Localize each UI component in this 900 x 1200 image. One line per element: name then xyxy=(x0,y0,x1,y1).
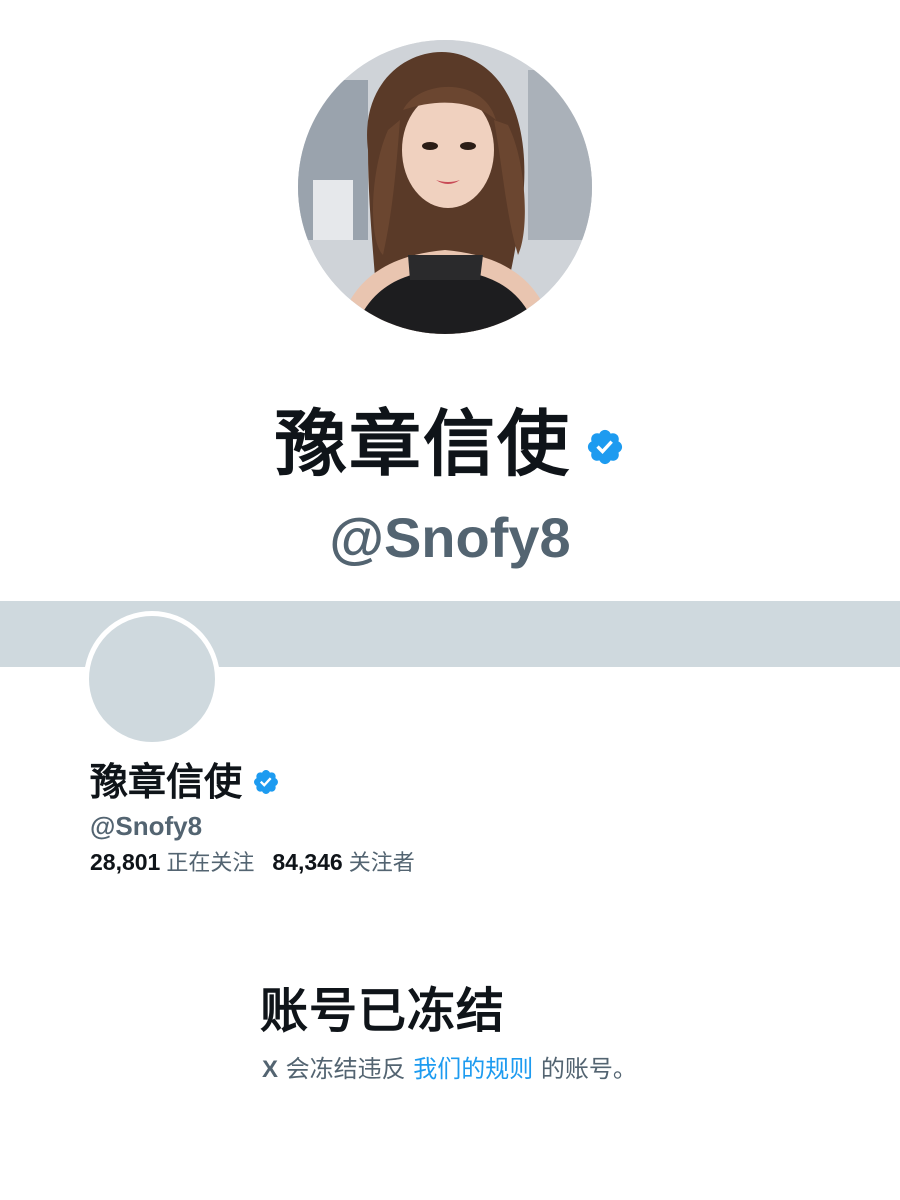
x-brand-text: X xyxy=(262,1056,279,1083)
verified-badge-icon xyxy=(254,770,278,794)
profile-name-row: 豫章信使 xyxy=(90,763,280,801)
account-frozen-description: X 会冻结违反 我们的规则 的账号。 xyxy=(262,1057,637,1082)
notice-prefix-text: 会冻结违反 xyxy=(278,1055,414,1083)
hero-avatar-photo[interactable] xyxy=(298,40,592,334)
profile-display-name: 豫章信使 xyxy=(90,760,243,804)
notice-suffix-text: 的账号。 xyxy=(533,1055,637,1083)
hero-handle: @Snofy8 xyxy=(329,506,571,569)
profile-stats: 28,801 正在关注 84,346 关注者 xyxy=(90,851,415,875)
followers-label: 关注者 xyxy=(348,851,415,876)
rules-link[interactable]: 我们的规则 xyxy=(413,1055,533,1083)
hero-name-row: 豫章信使 xyxy=(0,408,900,480)
followers-count: 84,346 xyxy=(272,849,343,875)
followers-stat-link[interactable]: 84,346 关注者 xyxy=(272,851,414,875)
account-frozen-title: 账号已冻结 xyxy=(260,983,506,1039)
profile-handle: @Snofy8 xyxy=(90,811,203,841)
profile-avatar-placeholder[interactable] xyxy=(84,611,220,747)
avatar-photo-illustration xyxy=(298,40,592,334)
following-label: 正在关注 xyxy=(166,851,255,876)
verified-badge-icon xyxy=(587,429,623,465)
following-count: 28,801 xyxy=(90,849,161,875)
following-stat-link[interactable]: 28,801 正在关注 xyxy=(90,851,254,875)
hero-display-name: 豫章信使 xyxy=(274,402,571,486)
